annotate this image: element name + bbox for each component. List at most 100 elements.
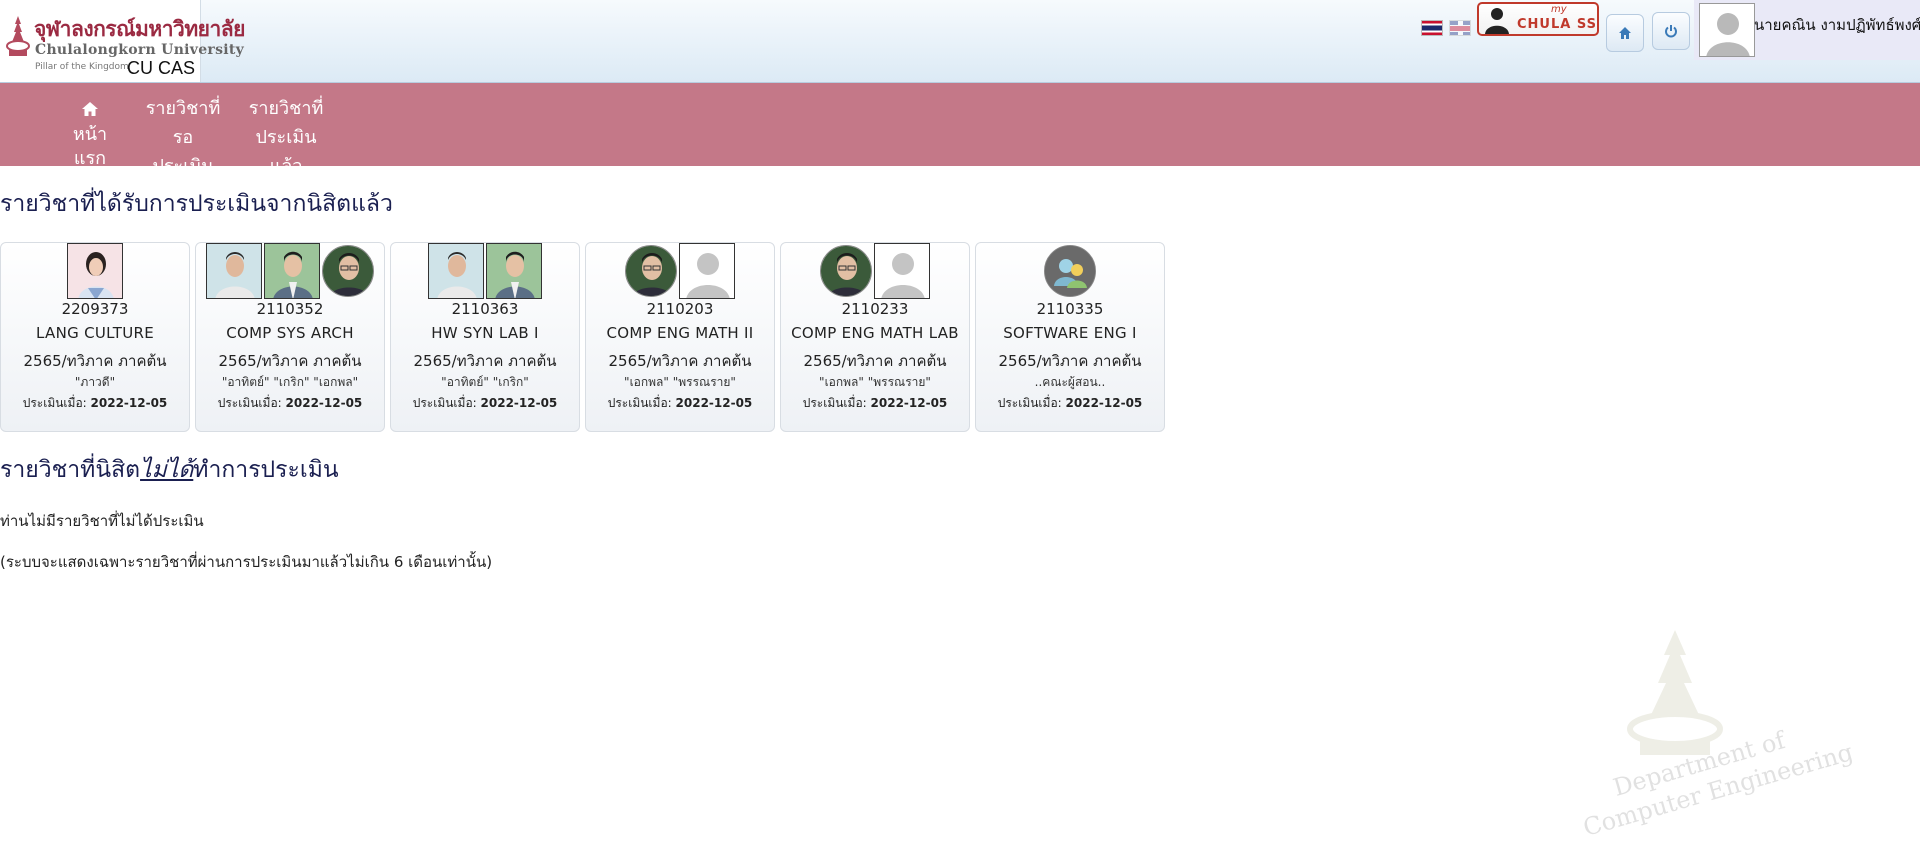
evaluation-date: ประเมินเมื่อ: 2022-12-05 [391, 394, 579, 413]
course-instructors: ..คณะผู้สอน.. [1034, 375, 1106, 389]
instructor-photo [264, 243, 320, 299]
evaluation-date-value: 2022-12-05 [90, 396, 168, 410]
course-name: COMP SYS ARCH [226, 324, 354, 342]
evaluation-date-prefix: ประเมินเมื่อ: [802, 396, 867, 410]
chula-seal-watermark-icon [1627, 630, 1723, 755]
instructor-photo [679, 243, 735, 299]
instructor-group-icon [1044, 245, 1096, 297]
university-logo[interactable]: จุฬาลงกรณ์มหาวิทยาลัย Chulalongkorn Univ… [0, 0, 245, 82]
course-semester: 2565/ทวิภาค ภาคต้น [413, 352, 557, 370]
logout-button[interactable] [1652, 12, 1690, 50]
evaluated-section-title: รายวิชาที่ได้รับการประเมินจากนิสิตแล้ว [0, 191, 393, 217]
course-instructors: "ภาวดี" [74, 375, 116, 389]
logo-tagline: Pillar of the Kingdom [35, 62, 129, 72]
evaluation-date: ประเมินเมื่อ: 2022-12-05 [976, 394, 1164, 413]
nav-home[interactable]: หน้าแรก [58, 83, 122, 169]
course-code: 2110335 [1036, 300, 1104, 318]
course-name: SOFTWARE ENG I [1003, 324, 1137, 342]
course-semester: 2565/ทวิภาค ภาคต้น [998, 352, 1142, 370]
nav-pending-label-1: รายวิชาที่ [145, 98, 221, 119]
thai-flag-icon[interactable] [1421, 20, 1443, 36]
course-card[interactable]: 2110335 SOFTWARE ENG I 2565/ทวิภาค ภาคต้… [975, 242, 1165, 432]
nav-evaluated-label-2: ประเมินแล้ว [255, 127, 317, 177]
course-code: 2110233 [841, 300, 909, 318]
display-note: (ระบบจะแสดงเฉพาะรายวิชาที่ผ่านการประเมิน… [0, 553, 493, 571]
course-name: COMP ENG MATH II [606, 324, 754, 342]
evaluation-date-value: 2022-12-05 [1065, 396, 1143, 410]
not-evaluated-section-title: รายวิชาที่นิสิตไม่ได้ทำการประเมิน [0, 452, 339, 488]
evaluation-date-prefix: ประเมินเมื่อ: [217, 396, 282, 410]
user-profile[interactable]: นายคณิน งามปฏิพัทธ์พงศ์ [1694, 0, 1920, 60]
department-watermark: Department of Computer Engineering [1570, 625, 1856, 845]
course-semester: 2565/ทวิภาค ภาคต้น [803, 352, 947, 370]
evaluation-date: ประเมินเมื่อ: 2022-12-05 [196, 394, 384, 413]
instructor-photo [874, 243, 930, 299]
instructor-photos [391, 243, 579, 303]
home-icon [1619, 27, 1631, 39]
course-name: HW SYN LAB I [431, 324, 539, 342]
evaluation-date-value: 2022-12-05 [480, 396, 558, 410]
course-card[interactable]: 2110233 COMP ENG MATH LAB 2565/ทวิภาค ภา… [780, 242, 970, 432]
uk-flag-icon[interactable] [1449, 20, 1471, 36]
title-part-1: รายวิชาที่นิสิต [0, 457, 141, 483]
evaluation-date-value: 2022-12-05 [285, 396, 363, 410]
course-name: LANG CULTURE [36, 324, 154, 342]
evaluation-date-prefix: ประเมินเมื่อ: [22, 396, 87, 410]
instructor-photos [781, 243, 969, 303]
instructor-photo [486, 243, 542, 299]
home-icon [58, 101, 122, 123]
evaluation-date-prefix: ประเมินเมื่อ: [607, 396, 672, 410]
course-card[interactable]: 2110363 HW SYN LAB I 2565/ทวิภาค ภาคต้น … [390, 242, 580, 432]
nav-pending-label-2: รอประเมิน [152, 127, 214, 177]
course-card[interactable]: 2209373 LANG CULTURE 2565/ทวิภาค ภาคต้น … [0, 242, 190, 432]
course-instructors: "อาทิตย์" "เกริก" [441, 375, 529, 389]
instructor-photo [322, 245, 374, 297]
title-part-2: ทำการประเมิน [193, 457, 339, 483]
top-header: จุฬาลงกรณ์มหาวิทยาลัย Chulalongkorn Univ… [0, 0, 1920, 83]
app-name: CU CAS [127, 58, 196, 78]
home-button[interactable] [1606, 14, 1644, 52]
title-emphasis: ไม่ได้ [140, 457, 194, 483]
evaluation-date: ประเมินเมื่อ: 2022-12-05 [586, 394, 774, 413]
course-code: 2110203 [646, 300, 714, 318]
avatar [1699, 3, 1755, 57]
course-semester: 2565/ทวิภาค ภาคต้น [218, 352, 362, 370]
evaluation-date: ประเมินเมื่อ: 2022-12-05 [1, 394, 189, 413]
main-navbar: หน้าแรก รายวิชาที่ รอประเมิน รายวิชาที่ … [0, 83, 1920, 177]
instructor-photos [1, 243, 189, 303]
course-semester: 2565/ทวิภาค ภาคต้น [23, 352, 167, 370]
course-code: 2110352 [256, 300, 324, 318]
course-instructors: "เอกพล" "พรรณราย" [624, 375, 736, 389]
nav-evaluated-label-1: รายวิชาที่ [248, 98, 324, 119]
instructor-photo [67, 243, 123, 299]
evaluation-date-prefix: ประเมินเมื่อ: [997, 396, 1062, 410]
course-instructors: "เอกพล" "พรรณราย" [819, 375, 931, 389]
evaluation-date-prefix: ประเมินเมื่อ: [412, 396, 477, 410]
instructor-photo [820, 245, 872, 297]
course-card[interactable]: 2110203 COMP ENG MATH II 2565/ทวิภาค ภาค… [585, 242, 775, 432]
evaluation-date-value: 2022-12-05 [870, 396, 948, 410]
course-code: 2209373 [61, 300, 129, 318]
course-code: 2110363 [451, 300, 519, 318]
evaluation-date: ประเมินเมื่อ: 2022-12-05 [781, 394, 969, 413]
instructor-photo [625, 245, 677, 297]
instructor-photos [976, 243, 1164, 303]
course-name: COMP ENG MATH LAB [791, 324, 959, 342]
instructor-photo [428, 243, 484, 299]
logo-english-text: Chulalongkorn University [35, 42, 245, 58]
course-semester: 2565/ทวิภาค ภาคต้น [608, 352, 752, 370]
user-name: นายคณิน งามปฏิพัทธ์พงศ์ [1754, 16, 1920, 34]
sso-my-label: my [1551, 4, 1567, 15]
course-card[interactable]: 2110352 COMP SYS ARCH 2565/ทวิภาค ภาคต้น… [195, 242, 385, 432]
evaluation-date-value: 2022-12-05 [675, 396, 753, 410]
chula-seal-icon [6, 16, 30, 56]
instructor-photo [206, 243, 262, 299]
empty-message: ท่านไม่มีรายวิชาที่ไม่ได้ประเมิน [0, 512, 204, 530]
default-avatar-icon [1706, 13, 1750, 56]
sso-label: CHULA SSO [1517, 17, 1597, 32]
power-icon [1665, 25, 1677, 38]
chula-sso-button[interactable]: my CHULA SSO [1477, 2, 1599, 36]
nav-home-label: หน้าแรก [72, 124, 108, 169]
nav-pending-courses[interactable]: รายวิชาที่ รอประเมิน [143, 83, 223, 177]
nav-evaluated-courses[interactable]: รายวิชาที่ ประเมินแล้ว [243, 83, 329, 177]
